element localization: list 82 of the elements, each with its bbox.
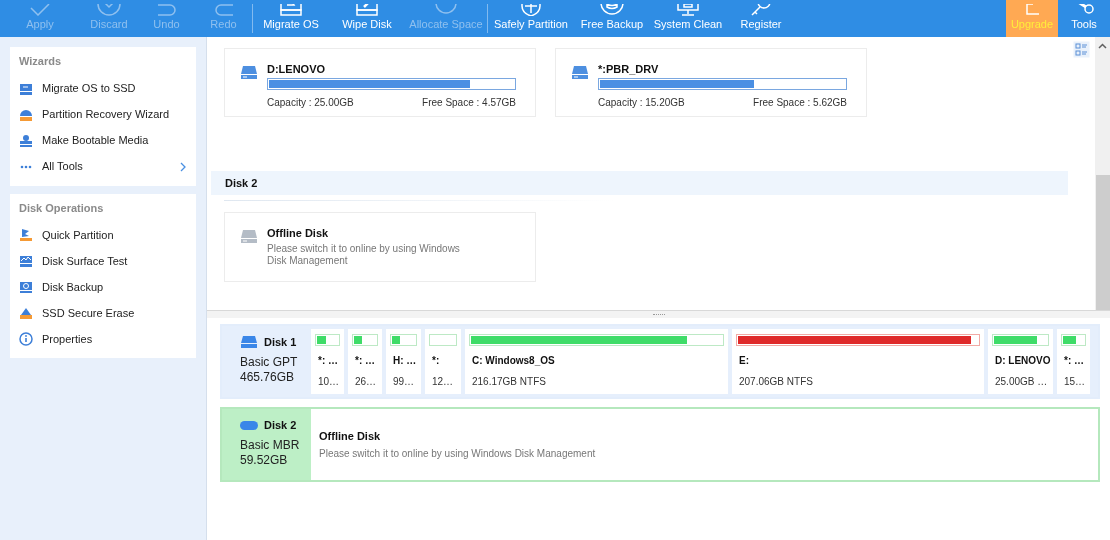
card-message: Please switch it to online by using Windows Disk Management [267, 243, 461, 267]
shield-icon [518, 4, 544, 16]
partition-title: Offline Disk [319, 428, 382, 444]
recovery-icon [19, 107, 33, 122]
check-icon [27, 4, 53, 16]
partition-block[interactable]: *: … 26… [348, 329, 382, 394]
partition-label: E: [738, 354, 750, 368]
disk-row[interactable]: Disk 1 Basic GPT 465.76GB *: … 10… *: … 26… H: … 99… *: 12… C: Windows8_OS 216.17GB NTFS E: 207.06GB NTFS D: LENOVO 25.00GB … *: … 15… [220, 324, 1100, 399]
monitor-icon [675, 4, 701, 16]
volume-card[interactable]: D:LENOVO Capacity : 25.00GB Free Space : 4.57GB [224, 48, 536, 117]
partition-label: H: … [392, 354, 417, 368]
chevron-right-icon [180, 161, 187, 172]
drive-icon [240, 227, 258, 245]
disk-row[interactable]: Disk 2 Basic MBR 59.52GB Offline Disk Please switch it to online by using Windows Disk Management [220, 407, 1100, 482]
offline-disk-card[interactable]: Offline Disk Please switch it to online by using Windows Disk Management [224, 212, 536, 282]
disk-size: 465.76GB [240, 369, 296, 385]
card-title: Offline Disk [267, 227, 330, 240]
partition-label: C: Windows8_OS [471, 354, 556, 368]
sidebar-item[interactable]: Properties [10, 326, 196, 352]
partition-message: Please switch it to online by using Windows Disk Management [319, 447, 597, 462]
sidebar-item[interactable]: All Tools [10, 153, 196, 180]
section-title: Disk Operations [18, 200, 105, 216]
disk-size: 59.52GB [240, 452, 289, 468]
quick-partition-icon [19, 228, 33, 242]
sidebar-item[interactable]: Disk Backup [10, 274, 196, 300]
splitter[interactable] [207, 310, 1110, 318]
disk-type: Basic MBR [240, 437, 301, 453]
free-space-text: Free Space : 4.57GB [422, 96, 516, 110]
surface-test-icon [19, 254, 33, 268]
capacity-text: Capacity : 15.20GB [598, 96, 685, 110]
partition-size: 26… [354, 375, 378, 389]
sidebar-item[interactable]: Disk Surface Test [10, 248, 196, 274]
partition-block[interactable]: *: … 10… [311, 329, 344, 394]
partition-size: 216.17GB NTFS [471, 375, 547, 389]
partition-label: *: [431, 354, 441, 368]
sidebar-item[interactable]: Migrate OS to SSD [10, 75, 196, 102]
partition-size: 15… [1063, 375, 1086, 389]
disk-icon [240, 335, 258, 350]
database-icon [599, 4, 625, 16]
scroll-up-icon[interactable] [1098, 43, 1107, 49]
section-title: Wizards [18, 54, 63, 69]
partition-size: 207.06GB NTFS [738, 375, 814, 389]
partition-block[interactable]: D: LENOVO 25.00GB … [988, 329, 1053, 394]
partition-label: *: … [1063, 354, 1085, 368]
partition-block[interactable]: Offline Disk Please switch it to online by using Windows Disk Management [311, 409, 1098, 480]
disk-header: Disk 2 [211, 171, 1068, 195]
volume-card[interactable]: *:PBR_DRV Capacity : 15.20GB Free Space : 5.62GB [555, 48, 867, 117]
scrollbar[interactable] [1095, 37, 1110, 310]
partition-label: *: … [317, 354, 339, 368]
drive-icon [278, 4, 304, 16]
partition-block[interactable]: E: 207.06GB NTFS [732, 329, 984, 394]
partition-size: 12… [431, 375, 455, 389]
partition-block[interactable]: C: Windows8_OS 216.17GB NTFS [465, 329, 728, 394]
partition-label: D: LENOVO [994, 354, 1049, 368]
free-space-text: Free Space : 5.62GB [753, 96, 847, 110]
drive-icon [19, 81, 33, 96]
disk-backup-icon [19, 280, 33, 294]
disk-name: Disk 2 [264, 418, 297, 433]
partition-block[interactable]: *: … 15… [1057, 329, 1090, 394]
scroll-thumb[interactable] [1095, 175, 1110, 310]
capacity-text: Capacity : 25.00GB [267, 96, 354, 110]
partition-block[interactable]: H: … 99… [386, 329, 421, 394]
info-icon [19, 332, 33, 346]
sidebar-item[interactable]: Make Bootable Media [10, 127, 196, 154]
disk-name: Disk 1 [264, 335, 297, 350]
view-toggle-icon[interactable] [1073, 41, 1090, 58]
partition-size: 25.00GB … [994, 375, 1049, 389]
sidebar-item[interactable]: Quick Partition [10, 222, 196, 248]
volume-name: D:LENOVO [267, 63, 327, 76]
partition-block[interactable]: *: 12… [425, 329, 461, 394]
drive-icon [354, 4, 380, 16]
erase-icon [19, 306, 33, 320]
drive-icon [571, 63, 589, 81]
bootable-media-icon [19, 133, 33, 148]
volume-name: *:PBR_DRV [598, 63, 660, 76]
disk-type: Basic GPT [240, 354, 299, 370]
sidebar-item[interactable]: SSD Secure Erase [10, 300, 196, 326]
partition-size: 10… [317, 375, 340, 389]
partition-size: 99… [392, 375, 416, 389]
partition-label: *: … [354, 354, 376, 368]
sidebar-item[interactable]: Partition Recovery Wizard [10, 101, 196, 128]
drive-icon [240, 63, 258, 81]
